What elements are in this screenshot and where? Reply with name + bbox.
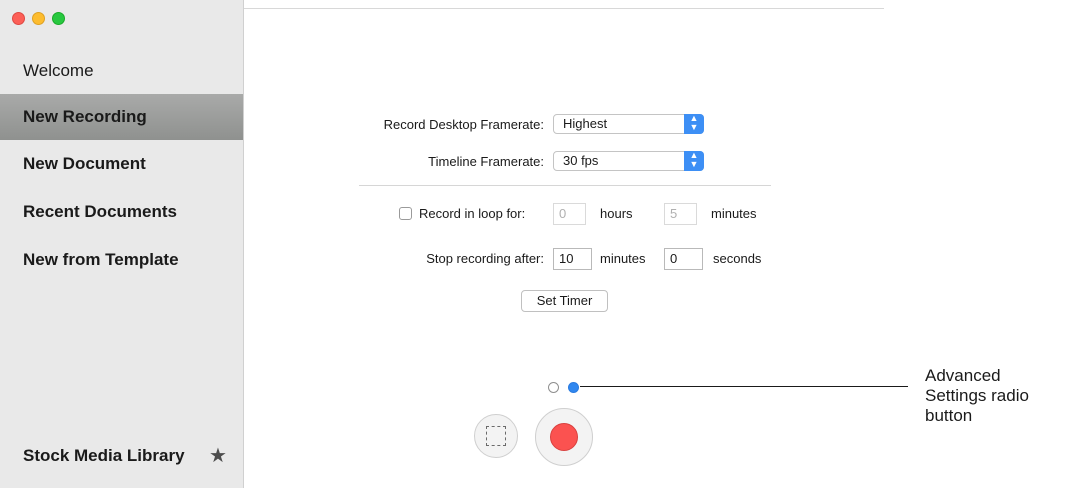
select-value: Highest (563, 116, 608, 131)
loop-minutes-input[interactable]: 5 (664, 203, 697, 225)
sidebar-item-label: New from Template (23, 250, 179, 269)
desktop-framerate-select[interactable]: Highest ▲ ▼ (553, 114, 704, 134)
sidebar-item-label: Welcome (23, 61, 94, 80)
sidebar-item-label: New Recording (23, 107, 147, 126)
record-loop-label: Record in loop for: (419, 206, 526, 221)
loop-minutes-unit: minutes (711, 206, 757, 221)
set-timer-button[interactable]: Set Timer (521, 290, 608, 312)
sidebar-item-recent-documents[interactable]: Recent Documents (0, 189, 243, 235)
callout-annotation: Advanced Settings radio button (925, 366, 1029, 426)
callout-line-3: button (925, 406, 973, 425)
sidebar-item-new-document[interactable]: New Document (0, 141, 243, 187)
dashed-rectangle-icon (486, 426, 506, 446)
sidebar-item-welcome[interactable]: Welcome (0, 48, 243, 94)
loop-hours-unit: hours (600, 206, 633, 221)
timeline-framerate-label: Timeline Framerate: (428, 154, 544, 169)
select-region-button[interactable] (474, 414, 518, 458)
stop-seconds-unit: seconds (713, 251, 762, 266)
app-window: Welcome New Recording New Document Recen… (0, 0, 884, 488)
star-icon[interactable]: ★ (209, 443, 227, 468)
record-loop-checkbox[interactable] (399, 207, 412, 220)
zoom-window-button[interactable] (52, 12, 65, 25)
close-window-button[interactable] (12, 12, 25, 25)
advanced-settings-radio[interactable] (568, 382, 579, 393)
titlebar-border (244, 8, 884, 9)
timeline-framerate-select[interactable]: 30 fps ▲ ▼ (553, 151, 704, 171)
desktop-framerate-label: Record Desktop Framerate: (383, 117, 544, 132)
stop-seconds-input[interactable]: 0 (664, 248, 703, 270)
stock-media-library-link[interactable]: Stock Media Library (23, 446, 185, 466)
stop-recording-label: Stop recording after: (426, 251, 544, 266)
stop-minutes-unit: minutes (600, 251, 646, 266)
sidebar: Welcome New Recording New Document Recen… (0, 0, 244, 488)
callout-line-2: Settings radio (925, 386, 1029, 405)
stop-minutes-input[interactable]: 10 (553, 248, 592, 270)
select-value: 30 fps (563, 153, 599, 168)
record-button[interactable] (535, 408, 593, 466)
separator (359, 185, 771, 186)
sidebar-item-label: New Document (23, 154, 146, 173)
loop-hours-input[interactable]: 0 (553, 203, 586, 225)
chevron-up-down-icon: ▲ ▼ (684, 114, 704, 134)
sidebar-item-label: Recent Documents (23, 202, 177, 221)
callout-line (580, 386, 908, 387)
basic-settings-radio[interactable] (548, 382, 559, 393)
callout-line-1: Advanced (925, 366, 1001, 385)
record-dot-icon (550, 423, 578, 451)
sidebar-item-new-from-template[interactable]: New from Template (0, 237, 243, 283)
minimize-window-button[interactable] (32, 12, 45, 25)
sidebar-item-new-recording[interactable]: New Recording (0, 94, 243, 140)
chevron-up-down-icon: ▲ ▼ (684, 151, 704, 171)
